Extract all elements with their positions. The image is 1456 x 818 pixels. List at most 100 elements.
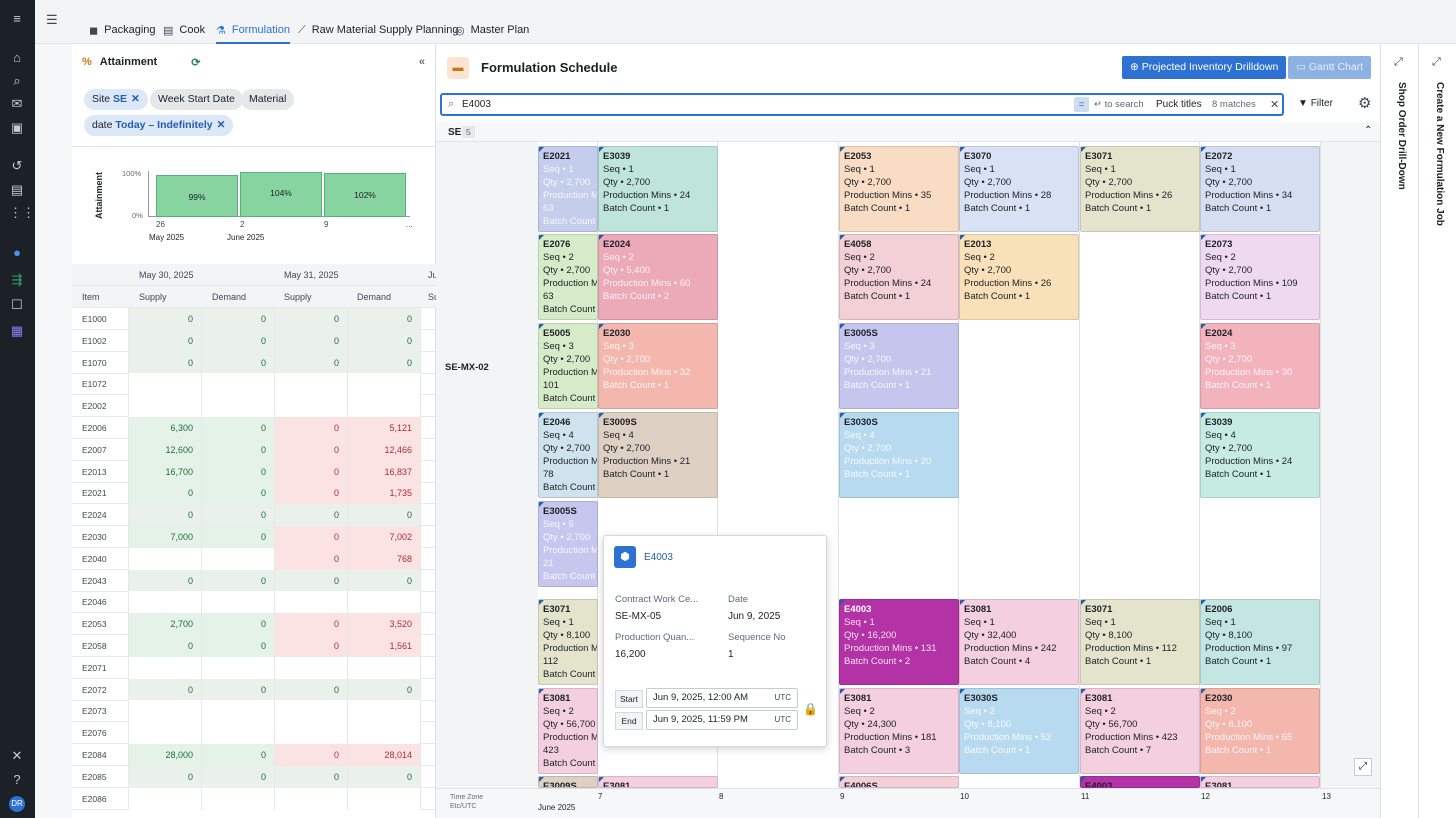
tab-packaging[interactable]: ◼ Packaging bbox=[89, 24, 156, 44]
expand-icon[interactable]: ⤢ bbox=[1394, 56, 1403, 69]
search-icon[interactable]: ⌕ bbox=[9, 73, 25, 89]
folder-icon[interactable]: ▤ bbox=[9, 182, 25, 198]
table-row[interactable]: E2053 2,700 0 0 3,520 bbox=[72, 613, 436, 636]
table-row[interactable]: E2002 bbox=[72, 395, 436, 418]
schedule-puck[interactable]: E3081 bbox=[598, 776, 718, 788]
group-header[interactable]: SE 5 ⌃ bbox=[436, 122, 1380, 142]
table-row[interactable]: E1002 0 0 0 0 bbox=[72, 329, 436, 352]
collapse-group-icon[interactable]: ⌃ bbox=[1364, 125, 1372, 136]
schedule-puck[interactable]: E3039 Seq • 4 Qty • 2,700 Production Mins •… bbox=[1200, 412, 1320, 498]
schedule-puck[interactable]: E2024 Seq • 3 Qty • 2,700 Production Mins •… bbox=[1200, 323, 1320, 409]
table-row[interactable]: E2006 6,300 0 0 5,121 bbox=[72, 417, 436, 439]
connections-icon[interactable]: ✕ bbox=[9, 748, 25, 764]
notifications-icon[interactable]: ✉ bbox=[9, 96, 25, 112]
schedule-puck[interactable]: E2030 Seq • 3 Qty • 2,700 Production Mins •… bbox=[598, 323, 718, 409]
schedule-puck[interactable]: E2013 Seq • 2 Qty • 2,700 Production Mins •… bbox=[959, 234, 1079, 320]
table-row[interactable]: E2072 0 0 0 0 bbox=[72, 678, 436, 701]
schedule-puck[interactable]: E3009S Seq • 4 Qty • 2,700 Production Mins … bbox=[598, 412, 718, 498]
shop-order-drilldown-panel[interactable]: ⤢ Shop Order Drill-Down bbox=[1380, 44, 1418, 818]
table-row[interactable]: E2013 16,700 0 0 16,837 bbox=[72, 460, 436, 483]
help-icon[interactable]: ? bbox=[9, 772, 25, 788]
table-row[interactable]: E2040 0 768 bbox=[72, 547, 436, 570]
lock-icon[interactable]: 🔒 bbox=[803, 702, 818, 716]
history-icon[interactable]: ↺ bbox=[9, 158, 25, 174]
schedule-puck[interactable]: E3081 bbox=[1200, 776, 1320, 788]
table-row[interactable]: E2021 0 0 0 1,735 bbox=[72, 482, 436, 505]
schedule-puck[interactable]: E3005S Seq • 5 Qty • 2,700 Production M 21 Ba… bbox=[538, 501, 598, 587]
schedule-puck[interactable]: E4058 Seq • 2 Qty • 2,700 Production Mins •… bbox=[839, 234, 959, 320]
material-pill[interactable]: Material bbox=[241, 89, 295, 110]
collapse-nav-icon[interactable]: ☰ bbox=[46, 12, 58, 28]
apps-grid-icon[interactable]: ⋮⋮ bbox=[9, 205, 35, 221]
site-filter-pill[interactable]: Site SE ✕ bbox=[84, 89, 148, 110]
globe-icon[interactable]: ● bbox=[9, 245, 25, 261]
create-formulation-job-panel[interactable]: ⤢ Create a New Formulation Job bbox=[1418, 44, 1456, 818]
tab-formulation[interactable]: ⚗ Formulation bbox=[216, 24, 290, 44]
table-row[interactable]: E2086 bbox=[72, 787, 436, 810]
puck-titles-toggle[interactable]: Puck titles bbox=[1156, 99, 1202, 110]
schedule-puck[interactable]: E3030S Seq • 4 Qty • 2,700 Production Mins … bbox=[839, 412, 959, 498]
schedule-puck[interactable]: E3009S bbox=[538, 776, 598, 788]
schedule-puck[interactable]: E4003 bbox=[1080, 776, 1200, 788]
end-datetime-input[interactable]: Jun 9, 2025, 11:59 PM UTC bbox=[646, 710, 798, 730]
table-row[interactable]: E2071 bbox=[72, 656, 436, 679]
table-row[interactable]: E2046 bbox=[72, 591, 436, 614]
table-row[interactable]: E2024 0 0 0 0 bbox=[72, 504, 436, 527]
search-input[interactable]: E4003 bbox=[462, 99, 491, 110]
search-bar[interactable]: ⌕ E4003 = ↵ to search Puck titles 8 matc… bbox=[440, 93, 1284, 116]
table-row[interactable]: E2058 0 0 0 1,561 bbox=[72, 635, 436, 657]
schedule-puck[interactable]: E3070 Seq • 1 Qty • 2,700 Production Mins •… bbox=[959, 146, 1079, 232]
table-row[interactable]: E2073 bbox=[72, 700, 436, 723]
fullscreen-icon[interactable]: ⤢ bbox=[1354, 758, 1372, 776]
table-row[interactable]: E2076 bbox=[72, 722, 436, 745]
schedule-puck[interactable]: E3081 Seq • 1 Qty • 32,400 Production Mins … bbox=[959, 599, 1079, 685]
schedule-puck[interactable]: E5005 Seq • 3 Qty • 2,700 Production M 101 Ba… bbox=[538, 323, 598, 409]
filter-button[interactable]: ▼ Filter bbox=[1298, 98, 1333, 109]
tab-cook[interactable]: ▤ Cook bbox=[163, 24, 205, 44]
remove-filter-icon[interactable]: ✕ bbox=[131, 93, 140, 105]
table-row[interactable]: E1000 0 0 0 0 bbox=[72, 308, 436, 330]
schedule-puck[interactable]: E2076 Seq • 2 Qty • 2,700 Production M 63 Bat… bbox=[538, 234, 598, 320]
user-avatar[interactable]: DR bbox=[9, 796, 25, 812]
tab-raw-material-supply-planning[interactable]: ⟋ Raw Material Supply Planning bbox=[298, 24, 458, 44]
workflow-icon[interactable]: ⇶ bbox=[9, 272, 25, 288]
popover-title[interactable]: E4003 bbox=[644, 552, 673, 563]
schedule-puck[interactable]: E2024 Seq • 2 Qty • 5,400 Production Mins •… bbox=[598, 234, 718, 320]
table-row[interactable]: E2007 12,600 0 0 12,466 bbox=[72, 438, 436, 461]
refresh-icon[interactable]: ⟳ bbox=[191, 56, 200, 69]
schedule-puck[interactable]: E3081 Seq • 2 Qty • 56,700 Production Mins … bbox=[1080, 688, 1200, 774]
schedule-puck[interactable]: E4003 Seq • 1 Qty • 16,200 Production Mins … bbox=[839, 599, 959, 685]
match-toggle-icon[interactable]: = bbox=[1074, 97, 1089, 112]
table-row[interactable]: E2084 28,000 0 0 28,014 bbox=[72, 744, 436, 766]
start-datetime-input[interactable]: Jun 9, 2025, 12:00 AM UTC bbox=[646, 688, 798, 708]
date-filter-pill[interactable]: date Today – Indefinitely ✕ bbox=[84, 115, 234, 136]
schedule-puck[interactable]: E3081 Seq • 2 Qty • 56,700 Production M 423 B… bbox=[538, 688, 598, 774]
projected-inventory-drilldown-button[interactable]: ⊕ Projected Inventory Drilldown bbox=[1122, 56, 1287, 79]
collapse-panel-icon[interactable]: « bbox=[419, 56, 425, 68]
robot-icon[interactable]: ☐ bbox=[9, 297, 25, 313]
schedule-puck[interactable]: E2006 Seq • 1 Qty • 8,100 Production Mins •… bbox=[1200, 599, 1320, 685]
table-row[interactable]: E1070 0 0 0 0 bbox=[72, 351, 436, 374]
schedule-puck[interactable]: E4006S bbox=[839, 776, 959, 788]
schedule-puck[interactable]: E2053 Seq • 1 Qty • 2,700 Production Mins •… bbox=[839, 146, 959, 232]
table-row[interactable]: E2043 0 0 0 0 bbox=[72, 569, 436, 592]
briefcase-icon[interactable]: ▣ bbox=[9, 120, 25, 136]
schedule-puck[interactable]: E3071 Seq • 1 Qty • 8,100 Production Mins •… bbox=[1080, 599, 1200, 685]
table-row[interactable]: E2085 0 0 0 0 bbox=[72, 765, 436, 788]
schedule-puck[interactable]: E2046 Seq • 4 Qty • 2,700 Production M 78 Bat… bbox=[538, 412, 598, 498]
schedule-puck[interactable]: E2072 Seq • 1 Qty • 2,700 Production Mins •… bbox=[1200, 146, 1320, 232]
week-start-date-pill[interactable]: Week Start Date bbox=[150, 89, 243, 110]
table-row[interactable]: E2030 7,000 0 0 7,002 bbox=[72, 526, 436, 548]
schedule-puck[interactable]: E3039 Seq • 1 Qty • 2,700 Production Mins •… bbox=[598, 146, 718, 232]
table-row[interactable]: E1072 bbox=[72, 373, 436, 396]
gantt-chart-button[interactable]: ▭ Gantt Chart bbox=[1288, 56, 1372, 79]
schedule-puck[interactable]: E3071 Seq • 1 Qty • 8,100 Production M 112 Ba… bbox=[538, 599, 598, 685]
settings-gear-icon[interactable]: ⚙ bbox=[1358, 94, 1371, 112]
remove-filter-icon[interactable]: ✕ bbox=[217, 119, 226, 131]
schedule-puck[interactable]: E2021 Seq • 1 Qty • 2,700 Production M 63 Bat… bbox=[538, 146, 598, 232]
home-icon[interactable]: ⌂ bbox=[9, 50, 25, 66]
schedule-puck[interactable]: E3071 Seq • 1 Qty • 2,700 Production Mins •… bbox=[1080, 146, 1200, 232]
schedule-puck[interactable]: E2030 Seq • 2 Qty • 8,100 Production Mins •… bbox=[1200, 688, 1320, 774]
schedule-puck[interactable]: E3030S Seq • 2 Qty • 8,100 Production Mins … bbox=[959, 688, 1079, 774]
schedule-puck[interactable]: E2073 Seq • 2 Qty • 2,700 Production Mins •… bbox=[1200, 234, 1320, 320]
